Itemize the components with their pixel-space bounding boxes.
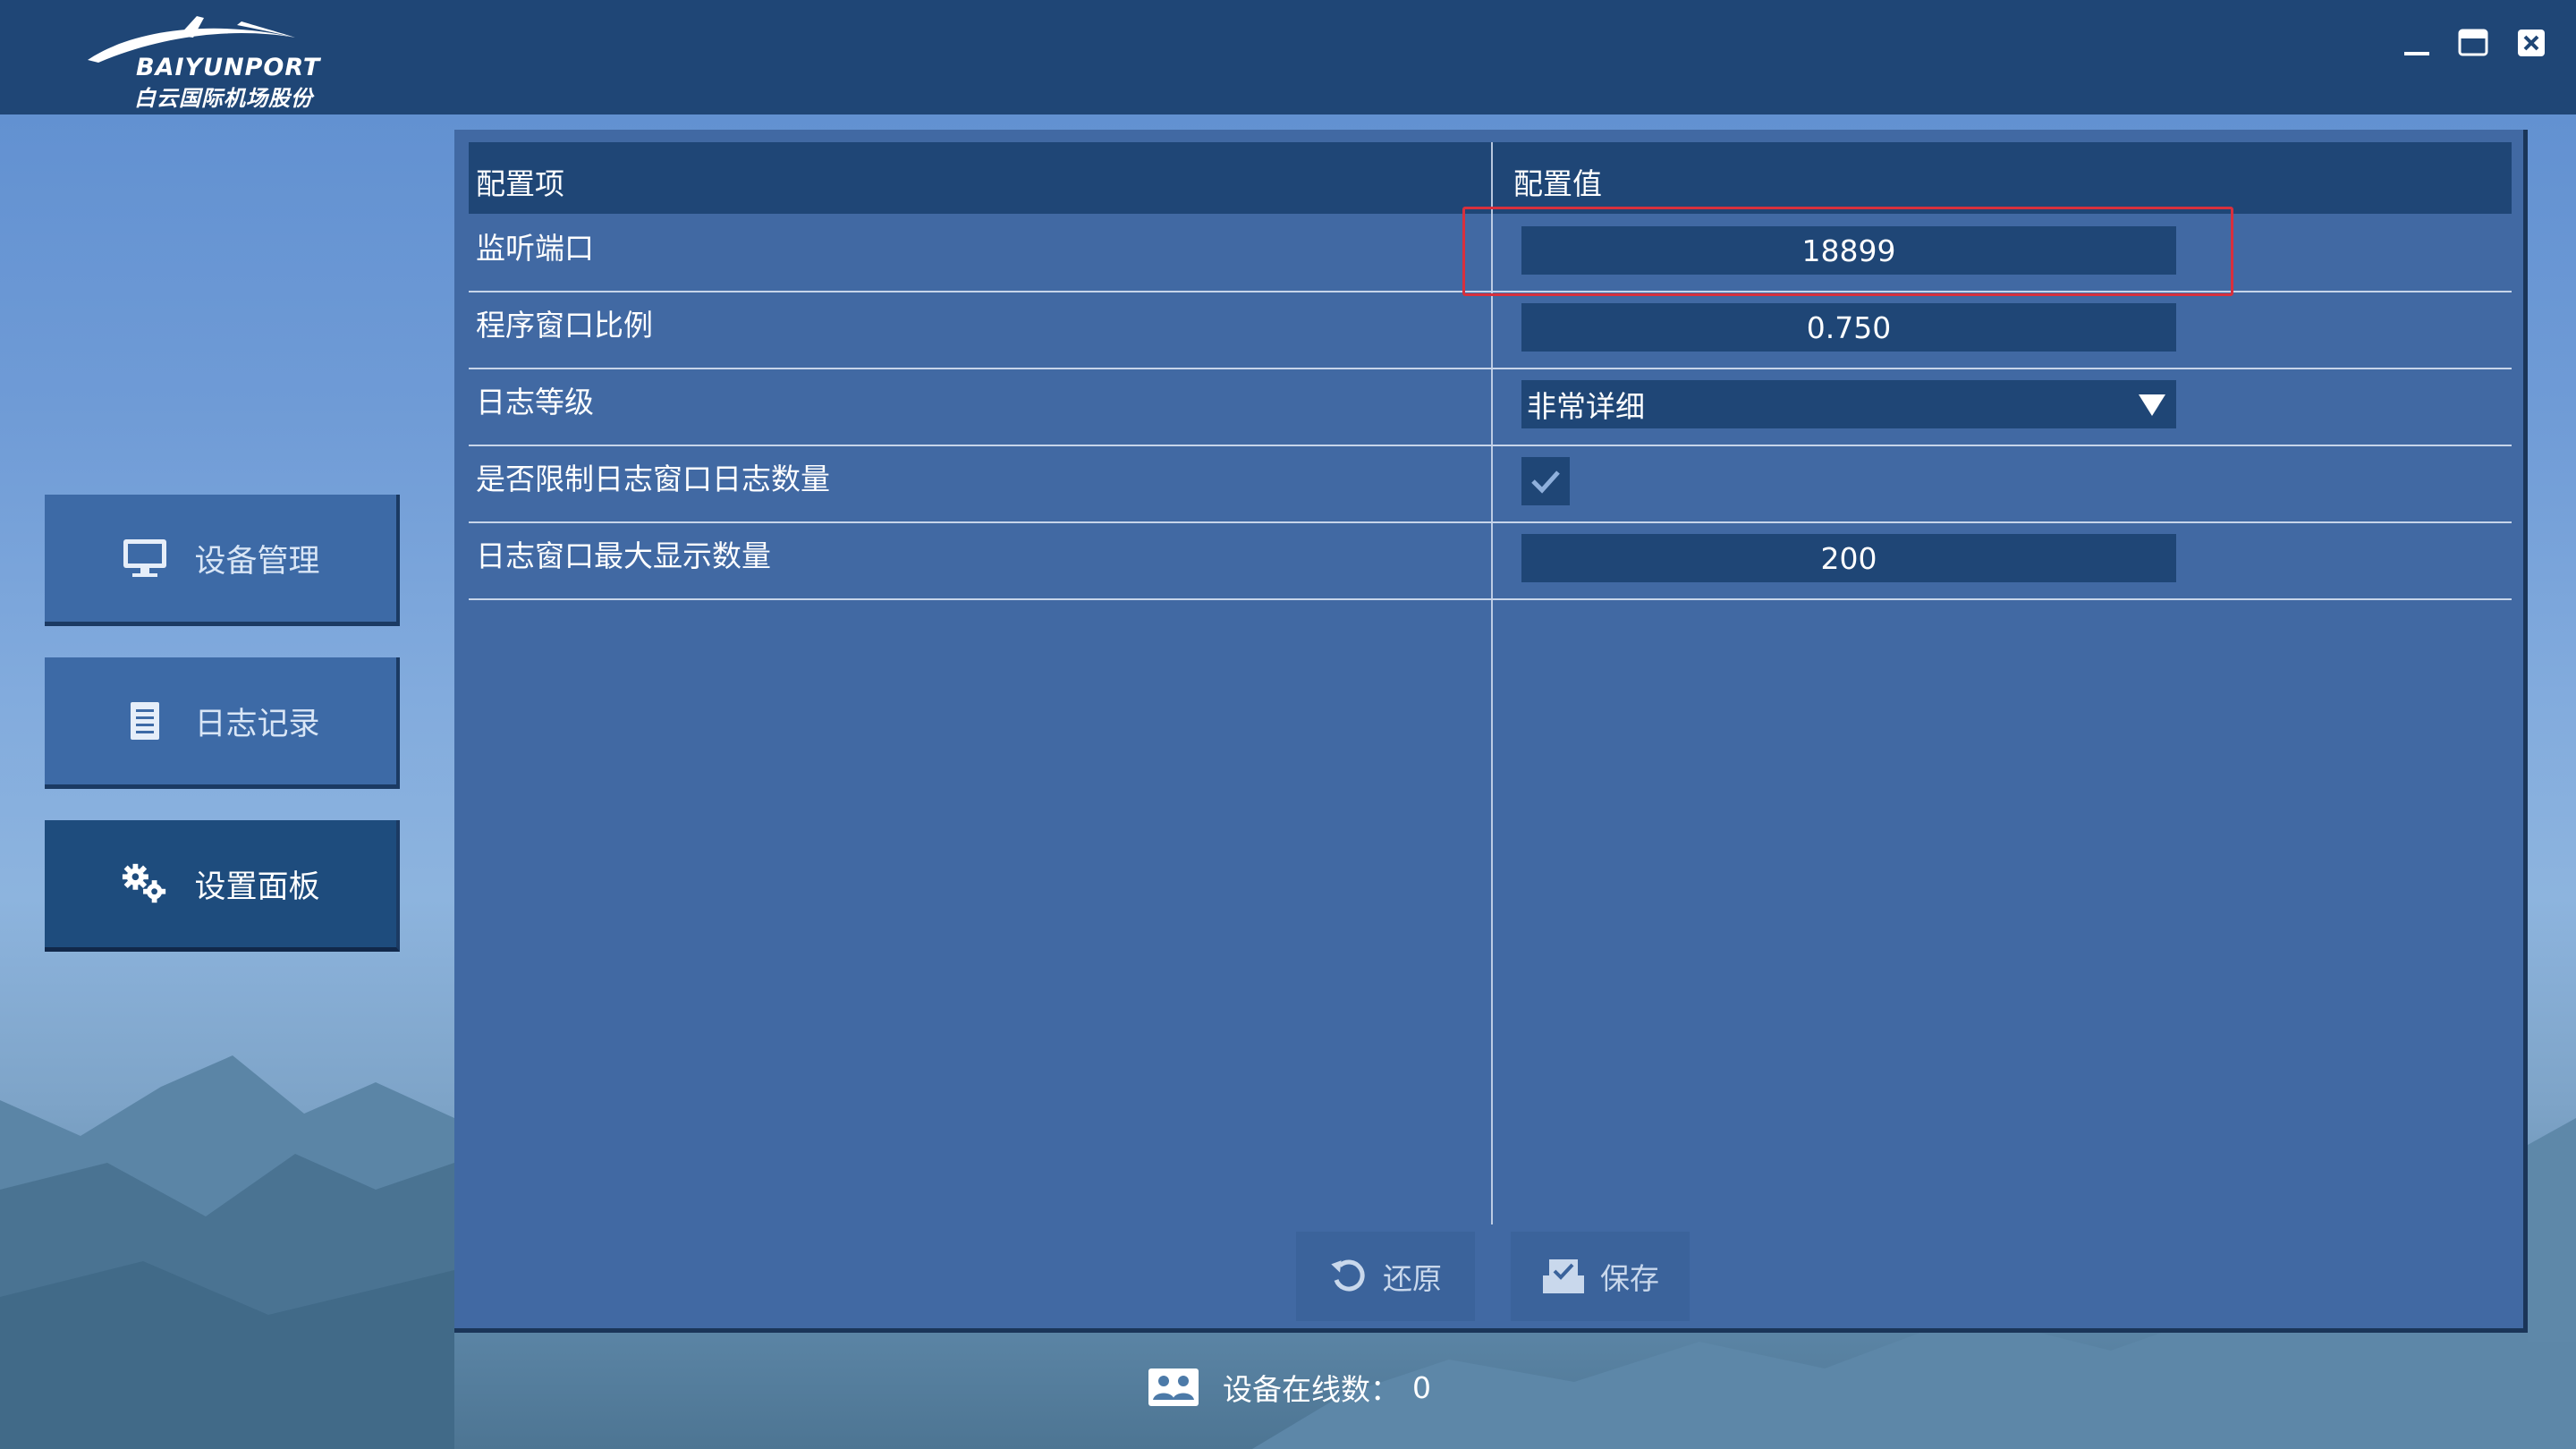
users-icon <box>1148 1368 1199 1407</box>
logo-text-cn: 白云国际机场股份 <box>134 86 313 111</box>
table-row: 是否限制日志窗口日志数量 <box>469 445 2512 523</box>
online-devices-status: 设备在线数： 0 <box>1148 1365 1431 1410</box>
minimize-icon <box>2404 52 2429 55</box>
highlight-box <box>1462 207 2233 296</box>
table-row: 程序窗口比例 0.750 <box>469 291 2512 369</box>
close-button[interactable] <box>2513 25 2549 61</box>
checkmark-icon <box>1531 470 1560 494</box>
row-label: 是否限制日志窗口日志数量 <box>476 462 830 496</box>
sidebar-item-log-records[interactable]: 日志记录 <box>45 657 400 789</box>
sidebar-item-label: 日志记录 <box>194 706 320 742</box>
maximize-icon <box>2458 29 2488 56</box>
column-header-value: 配置值 <box>1513 166 1602 201</box>
gears-icon <box>121 860 169 908</box>
sidebar-item-device-management[interactable]: 设备管理 <box>45 495 400 626</box>
monitor-icon <box>121 534 169 582</box>
save-icon <box>1541 1258 1586 1295</box>
close-icon <box>2518 30 2545 56</box>
document-icon <box>121 697 169 745</box>
baiyunport-logo: BAIYUNPORT 白云国际机场股份 <box>80 11 340 111</box>
maximize-button[interactable] <box>2454 25 2490 61</box>
sidebar-item-label: 设备管理 <box>194 543 320 580</box>
table-row: 日志窗口最大显示数量 200 <box>469 521 2512 600</box>
row-label: 日志等级 <box>476 385 594 419</box>
dropdown-arrow-icon <box>2139 394 2165 416</box>
title-bar: BAIYUNPORT 白云国际机场股份 <box>0 0 2576 114</box>
settings-table-header: 配置项 配置值 <box>469 142 2512 214</box>
sidebar-item-label: 设置面板 <box>194 869 320 905</box>
undo-icon <box>1329 1257 1368 1296</box>
online-devices-count: 0 <box>1412 1369 1431 1405</box>
log-max-count-input[interactable]: 200 <box>1521 534 2176 582</box>
row-label: 监听端口 <box>476 231 594 266</box>
logo-text-en: BAIYUNPORT <box>136 54 321 81</box>
table-row: 日志等级 非常详细 <box>469 368 2512 446</box>
window-scale-input[interactable]: 0.750 <box>1521 303 2176 352</box>
log-level-select[interactable]: 非常详细 <box>1521 380 2176 428</box>
restore-label: 还原 <box>1383 1261 1442 1296</box>
settings-panel: 配置项 配置值 监听端口 18899 程序窗口比例 0.750 日志等级 非常详… <box>454 130 2528 1333</box>
save-button[interactable]: 保存 <box>1511 1232 1690 1321</box>
column-header-item: 配置项 <box>476 166 564 201</box>
log-level-value: 非常详细 <box>1527 389 1645 424</box>
minimize-button[interactable] <box>2397 25 2433 61</box>
online-devices-label: 设备在线数： <box>1223 1372 1400 1407</box>
sidebar-item-settings-panel[interactable]: 设置面板 <box>45 820 400 952</box>
save-label: 保存 <box>1600 1261 1659 1296</box>
row-label: 程序窗口比例 <box>476 308 653 343</box>
limit-log-count-checkbox[interactable] <box>1521 457 1570 505</box>
row-label: 日志窗口最大显示数量 <box>476 538 771 573</box>
restore-button[interactable]: 还原 <box>1296 1232 1475 1321</box>
